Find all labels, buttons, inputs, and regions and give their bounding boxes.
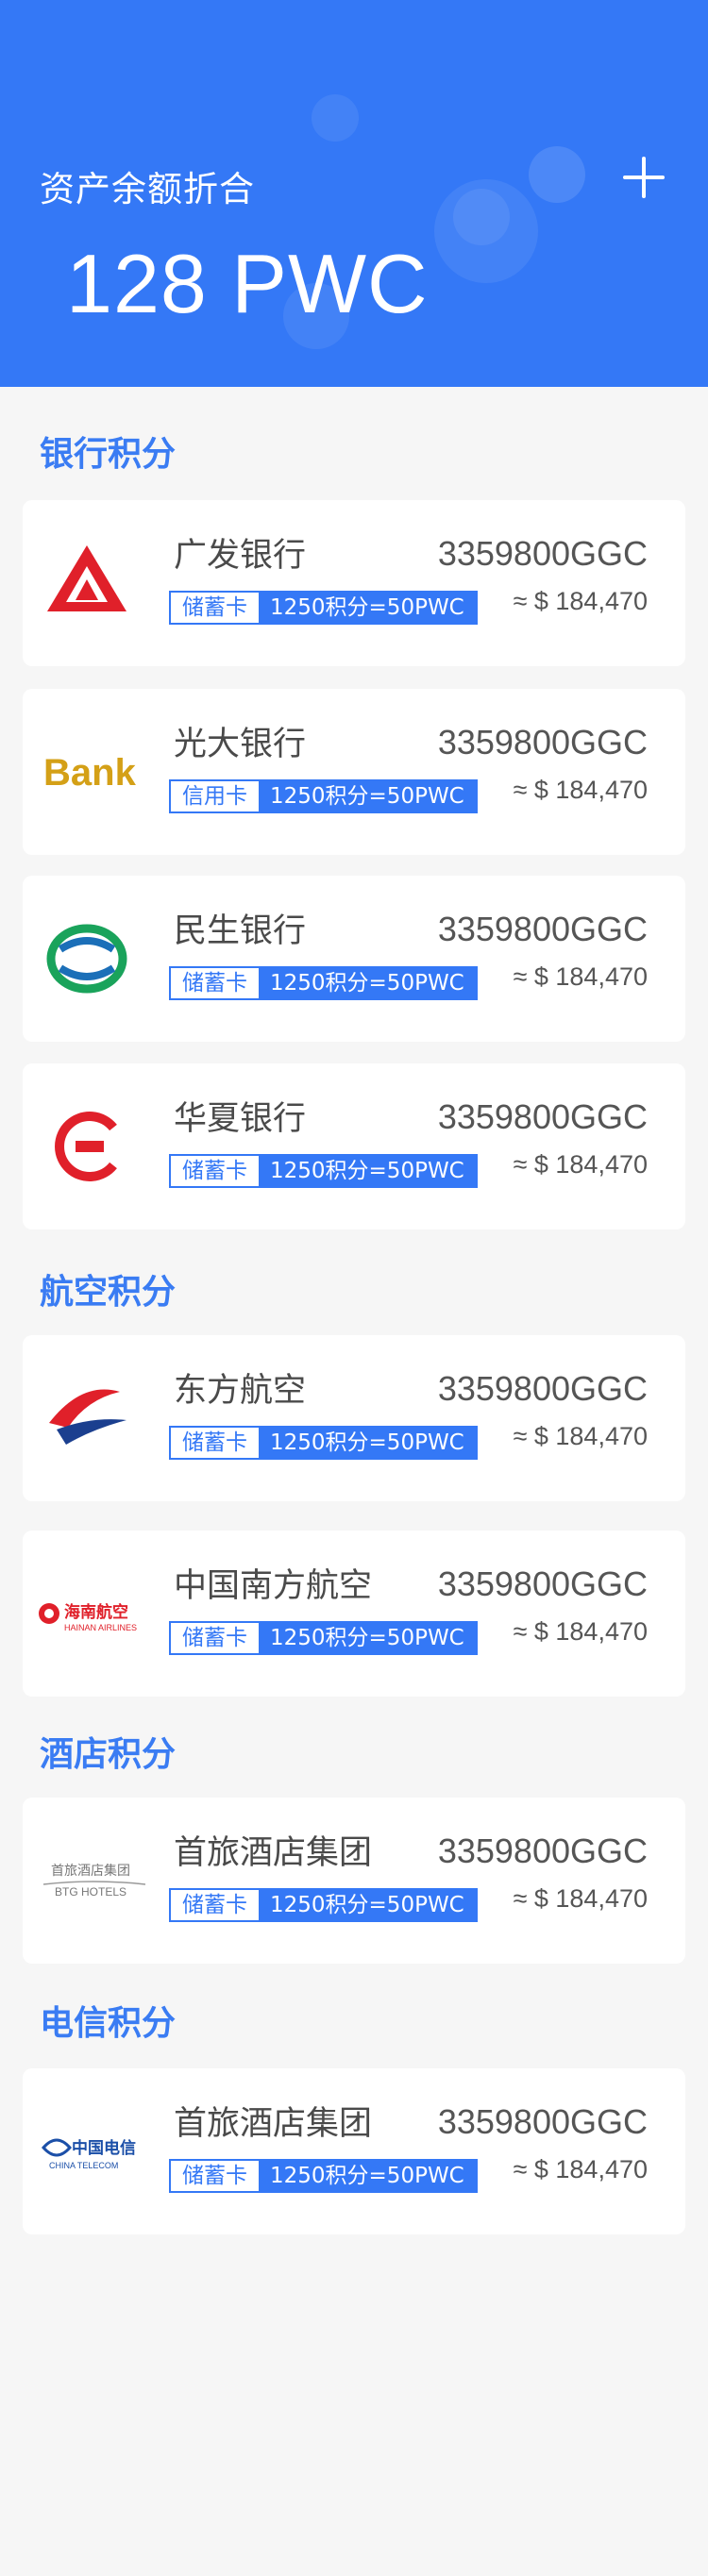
points-amount: 3359800GGC [437, 534, 648, 573]
card-type: 储蓄卡 [171, 1623, 259, 1653]
fiat-value: ≈ $ 184,470 [513, 962, 648, 991]
card-tag: 储蓄卡 1250积分=50PWC [169, 1426, 478, 1460]
exchange-rate: 1250积分=50PWC [259, 2161, 476, 2191]
card-type: 储蓄卡 [171, 2161, 259, 2191]
svg-text:中国电信: 中国电信 [72, 2138, 136, 2158]
balance-header: 资产余额折合 128 PWC [0, 0, 708, 387]
decorative-circle [312, 94, 359, 142]
points-amount: 3359800GGC [437, 1832, 648, 1870]
svg-text:HAINAN AIRLINES: HAINAN AIRLINES [64, 1623, 137, 1632]
card-name: 东方航空 [174, 1372, 307, 1410]
points-card[interactable]: 首旅酒店集团 BTG HOTELS 首旅酒店集团 储蓄卡 1250积分=50PW… [23, 1798, 685, 1964]
points-card[interactable]: 华夏银行 储蓄卡 1250积分=50PWC 3359800GGC ≈ $ 184… [23, 1063, 685, 1229]
card-tag: 储蓄卡 1250积分=50PWC [169, 2159, 478, 2193]
cgb-bank-logo [40, 536, 134, 630]
exchange-rate: 1250积分=50PWC [259, 1623, 476, 1653]
card-type: 储蓄卡 [171, 593, 259, 623]
card-tag: 储蓄卡 1250积分=50PWC [169, 1154, 478, 1188]
china-eastern-logo [40, 1371, 134, 1465]
fiat-value: ≈ $ 184,470 [513, 1422, 648, 1450]
btg-hotels-logo: 首旅酒店集团 BTG HOTELS [36, 1833, 153, 1928]
card-name: 民生银行 [174, 912, 307, 950]
points-amount: 3359800GGC [437, 2102, 648, 2141]
svg-text:首旅酒店集团: 首旅酒店集团 [51, 1863, 130, 1879]
card-tag: 储蓄卡 1250积分=50PWC [169, 1621, 478, 1655]
fiat-value: ≈ $ 184,470 [513, 2155, 648, 2183]
svg-text:海南航空: 海南航空 [64, 1602, 128, 1622]
section-title-hotel: 酒店积分 [40, 1735, 177, 1774]
card-type: 储蓄卡 [171, 968, 259, 998]
fiat-value: ≈ $ 184,470 [513, 776, 648, 804]
points-card[interactable]: 海南航空 HAINAN AIRLINES 中国南方航空 储蓄卡 1250积分=5… [23, 1531, 685, 1697]
card-tag: 储蓄卡 1250积分=50PWC [169, 591, 478, 625]
decorative-circle [453, 189, 510, 245]
fiat-value: ≈ $ 184,470 [513, 587, 648, 615]
section-title-airline: 航空积分 [40, 1273, 177, 1312]
card-type: 信用卡 [171, 781, 259, 811]
card-name: 华夏银行 [174, 1100, 307, 1138]
points-card[interactable]: 中国电信 CHINA TELECOM 首旅酒店集团 储蓄卡 1250积分=50P… [23, 2068, 685, 2234]
points-amount: 3359800GGC [437, 723, 648, 761]
exchange-rate: 1250积分=50PWC [259, 1890, 476, 1920]
points-amount: 3359800GGC [437, 1564, 648, 1603]
card-name: 中国南方航空 [174, 1567, 373, 1605]
points-card[interactable]: Bank 光大银行 信用卡 1250积分=50PWC 3359800GGC ≈ … [23, 689, 685, 855]
card-type: 储蓄卡 [171, 1156, 259, 1186]
card-tag: 储蓄卡 1250积分=50PWC [169, 966, 478, 1000]
ceb-bank-logo: Bank [40, 725, 137, 819]
exchange-rate: 1250积分=50PWC [259, 1428, 476, 1458]
points-card[interactable]: 民生银行 储蓄卡 1250积分=50PWC 3359800GGC ≈ $ 184… [23, 876, 685, 1042]
hainan-airlines-logo: 海南航空 HAINAN AIRLINES [36, 1566, 153, 1661]
svg-text:CHINA TELECOM: CHINA TELECOM [49, 2161, 118, 2170]
exchange-rate: 1250积分=50PWC [259, 593, 476, 623]
decorative-circle [529, 146, 585, 203]
points-amount: 3359800GGC [437, 1369, 648, 1408]
points-card[interactable]: 东方航空 储蓄卡 1250积分=50PWC 3359800GGC ≈ $ 184… [23, 1335, 685, 1501]
exchange-rate: 1250积分=50PWC [259, 968, 476, 998]
china-telecom-logo: 中国电信 CHINA TELECOM [36, 2104, 153, 2199]
card-name: 首旅酒店集团 [174, 2105, 373, 2143]
fiat-value: ≈ $ 184,470 [513, 1150, 648, 1179]
card-name: 广发银行 [174, 537, 307, 575]
svg-text:Bank: Bank [43, 752, 137, 794]
points-amount: 3359800GGC [437, 910, 648, 948]
exchange-rate: 1250积分=50PWC [259, 1156, 476, 1186]
card-tag: 信用卡 1250积分=50PWC [169, 779, 478, 813]
balance-amount: 128 PWC [66, 237, 429, 330]
balance-title: 资产余额折合 [40, 169, 255, 209]
hxb-bank-logo [40, 1099, 134, 1194]
points-card[interactable]: 广发银行 储蓄卡 1250积分=50PWC 3359800GGC ≈ $ 184… [23, 500, 685, 666]
fiat-value: ≈ $ 184,470 [513, 1884, 648, 1913]
card-type: 储蓄卡 [171, 1428, 259, 1458]
card-type: 储蓄卡 [171, 1890, 259, 1920]
svg-text:BTG HOTELS: BTG HOTELS [55, 1885, 126, 1899]
fiat-value: ≈ $ 184,470 [513, 1617, 648, 1646]
points-amount: 3359800GGC [437, 1097, 648, 1136]
card-name: 首旅酒店集团 [174, 1834, 373, 1872]
cmbc-bank-logo [40, 912, 134, 1006]
card-tag: 储蓄卡 1250积分=50PWC [169, 1888, 478, 1922]
section-title-bank: 银行积分 [40, 435, 177, 474]
section-title-telecom: 电信积分 [40, 2004, 177, 2043]
card-name: 光大银行 [174, 726, 307, 763]
exchange-rate: 1250积分=50PWC [259, 781, 476, 811]
add-button[interactable] [623, 157, 665, 198]
